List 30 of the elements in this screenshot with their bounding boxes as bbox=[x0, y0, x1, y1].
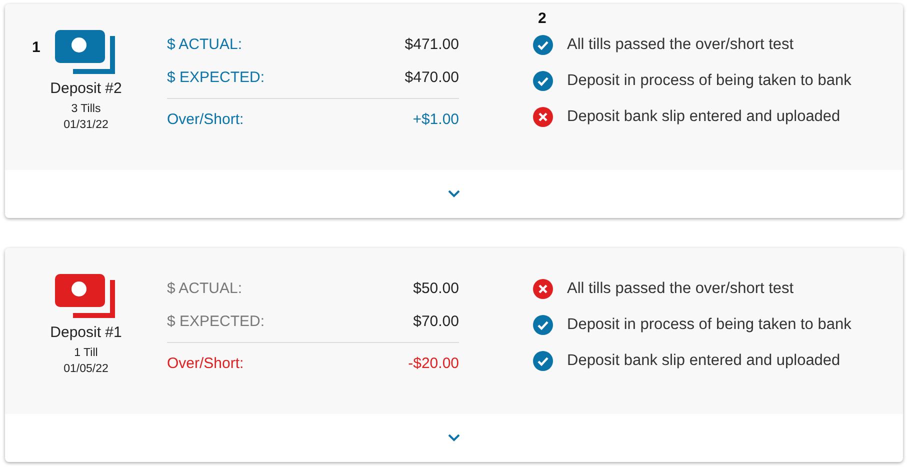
deposit-date: 01/05/22 bbox=[64, 363, 108, 375]
till-count: 1 Till bbox=[74, 347, 98, 359]
till-count: 3 Tills bbox=[71, 103, 101, 115]
deposit-date: 01/31/22 bbox=[64, 119, 108, 131]
actual-label: $ ACTUAL: bbox=[167, 280, 242, 299]
over-short-label: Over/Short: bbox=[167, 355, 244, 374]
actual-amount: $50.00 bbox=[413, 280, 459, 299]
actual-amount: $471.00 bbox=[404, 36, 459, 55]
over-short-amount: -$20.00 bbox=[408, 355, 459, 374]
expected-label: $ EXPECTED: bbox=[167, 313, 265, 332]
expand-button[interactable] bbox=[446, 188, 462, 200]
checklist-item: All tills passed the over/short test bbox=[567, 36, 794, 54]
chevron-down-icon bbox=[448, 190, 460, 198]
checklist-item: Deposit bank slip entered and uploaded bbox=[567, 352, 840, 370]
expected-label: $ EXPECTED: bbox=[167, 69, 265, 88]
checklist-item: All tills passed the over/short test bbox=[567, 280, 794, 298]
over-short-amount: +$1.00 bbox=[412, 111, 459, 130]
callout-number: 2 bbox=[538, 10, 546, 27]
over-short-label: Over/Short: bbox=[167, 111, 244, 130]
callout-number: 1 bbox=[32, 39, 40, 56]
chevron-down-icon bbox=[448, 434, 460, 442]
checklist-item: Deposit in process of being taken to bank bbox=[567, 72, 852, 90]
expand-button[interactable] bbox=[446, 432, 462, 444]
checklist-item: Deposit bank slip entered and uploaded bbox=[567, 108, 840, 126]
expected-amount: $470.00 bbox=[404, 69, 459, 88]
expected-amount: $70.00 bbox=[413, 313, 459, 332]
deposit-title: Deposit #2 bbox=[50, 80, 122, 97]
actual-label: $ ACTUAL: bbox=[167, 36, 242, 55]
checklist-item: Deposit in process of being taken to bank bbox=[567, 316, 852, 334]
deposit-title: Deposit #1 bbox=[50, 324, 122, 341]
